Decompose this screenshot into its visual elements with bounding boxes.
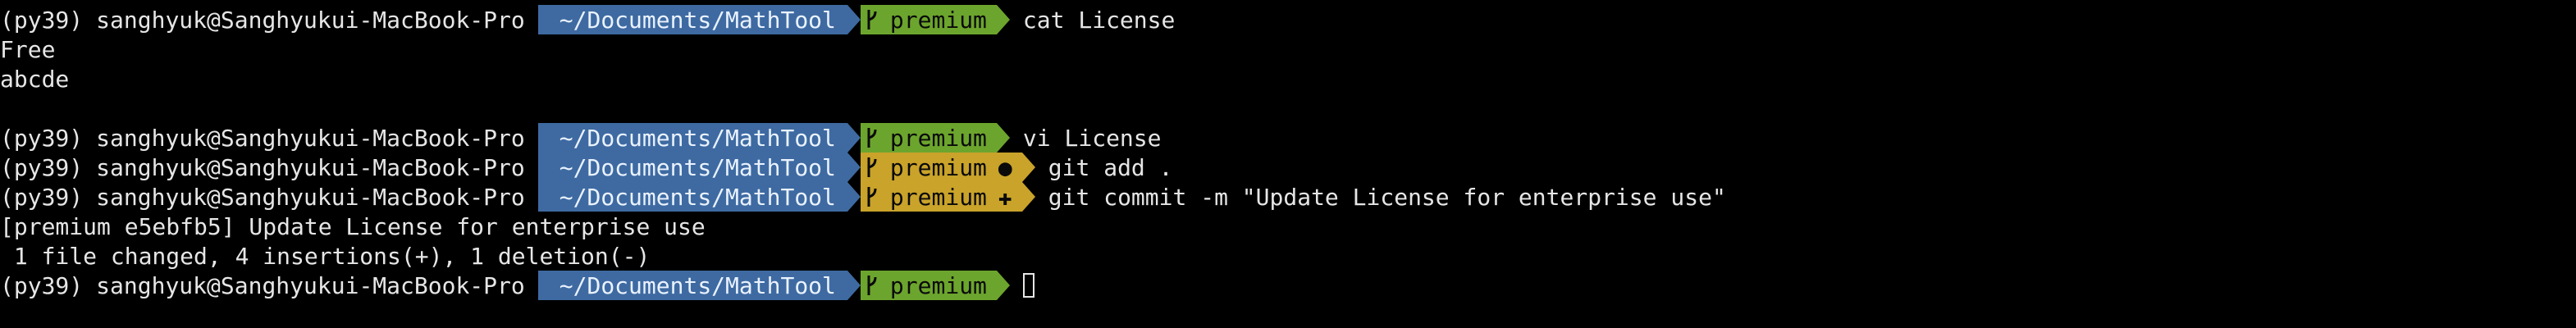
powerline-arrow-icon [847, 5, 861, 34]
output-line: abcde [0, 64, 69, 93]
git-branch-segment: premium [860, 271, 997, 300]
path-segment: ~/Documents/MathTool [537, 182, 847, 212]
user-host-label: sanghyuk@Sanghyukui-MacBook-Pro [96, 153, 525, 181]
output-text: abcde [0, 65, 70, 93]
git-branch-icon [867, 276, 877, 295]
git-branch-segment: premium [860, 123, 997, 153]
powerline-arrow-icon [996, 271, 1010, 300]
git-branch-icon [867, 10, 877, 30]
path-label: ~/Documents/MathTool [559, 271, 836, 299]
path-segment: ~/Documents/MathTool [537, 123, 847, 153]
powerline-arrow-icon [996, 5, 1010, 34]
output-text: 1 file changed, 4 insertions(+), 1 delet… [0, 242, 651, 270]
prompt-line: (py39) sanghyuk@Sanghyukui-MacBook-Pro ~… [0, 153, 1173, 182]
branch-label: premium [889, 6, 987, 34]
git-branch-segment: premium ● [860, 153, 1022, 182]
user-host-label: sanghyuk@Sanghyukui-MacBook-Pro [96, 124, 525, 152]
terminal-cursor[interactable] [1022, 273, 1035, 298]
path-segment: ~/Documents/MathTool [537, 271, 847, 300]
path-label: ~/Documents/MathTool [559, 6, 836, 34]
powerline-arrow-icon [847, 123, 861, 153]
user-host-label: sanghyuk@Sanghyukui-MacBook-Pro [96, 271, 525, 299]
command-text: git add . [1048, 153, 1173, 181]
output-line: 1 file changed, 4 insertions(+), 1 delet… [0, 241, 650, 271]
prompt-line: (py39) sanghyuk@Sanghyukui-MacBook-Pro ~… [0, 123, 1162, 153]
command-text: git commit -m "Update License for enterp… [1048, 183, 1726, 211]
path-segment: ~/Documents/MathTool [537, 5, 847, 34]
powerline-arrow-icon [1021, 182, 1035, 212]
output-line: Free [0, 34, 55, 64]
git-branch-icon [867, 187, 877, 207]
user-host-label: sanghyuk@Sanghyukui-MacBook-Pro [96, 6, 525, 34]
path-segment: ~/Documents/MathTool [537, 153, 847, 182]
venv-label: (py39) [0, 271, 84, 299]
output-text: [premium e5ebfb5] Update License for ent… [0, 212, 706, 240]
venv-label: (py39) [0, 6, 84, 34]
output-text: Free [0, 35, 56, 63]
prompt-line: (py39) sanghyuk@Sanghyukui-MacBook-Pro ~… [0, 271, 1035, 300]
branch-label: premium [889, 271, 987, 299]
powerline-arrow-icon [847, 271, 861, 300]
powerline-arrow-icon [847, 182, 861, 212]
path-label: ~/Documents/MathTool [559, 183, 836, 211]
branch-label: premium [889, 183, 987, 211]
git-branch-icon [867, 157, 877, 177]
output-line: [premium e5ebfb5] Update License for ent… [0, 212, 706, 241]
powerline-arrow-icon [1021, 153, 1035, 182]
prompt-line: (py39) sanghyuk@Sanghyukui-MacBook-Pro ~… [0, 182, 1726, 212]
git-status-staged-icon: ✚ [998, 183, 1012, 211]
user-host-label: sanghyuk@Sanghyukui-MacBook-Pro [96, 183, 525, 211]
venv-label: (py39) [0, 183, 84, 211]
prompt-line: (py39) sanghyuk@Sanghyukui-MacBook-Pro ~… [0, 5, 1175, 34]
branch-label: premium [889, 153, 987, 181]
venv-label: (py39) [0, 124, 84, 152]
path-label: ~/Documents/MathTool [559, 124, 836, 152]
git-status-unstaged-icon: ● [998, 153, 1012, 181]
git-branch-segment: premium [860, 5, 997, 34]
venv-label: (py39) [0, 153, 84, 181]
powerline-arrow-icon [847, 153, 861, 182]
git-branch-segment: premium ✚ [860, 182, 1022, 212]
command-text: vi License [1022, 124, 1162, 152]
powerline-arrow-icon [996, 123, 1010, 153]
branch-label: premium [889, 124, 987, 152]
path-label: ~/Documents/MathTool [559, 153, 836, 181]
command-text: cat License [1022, 6, 1176, 34]
git-branch-icon [867, 128, 877, 148]
